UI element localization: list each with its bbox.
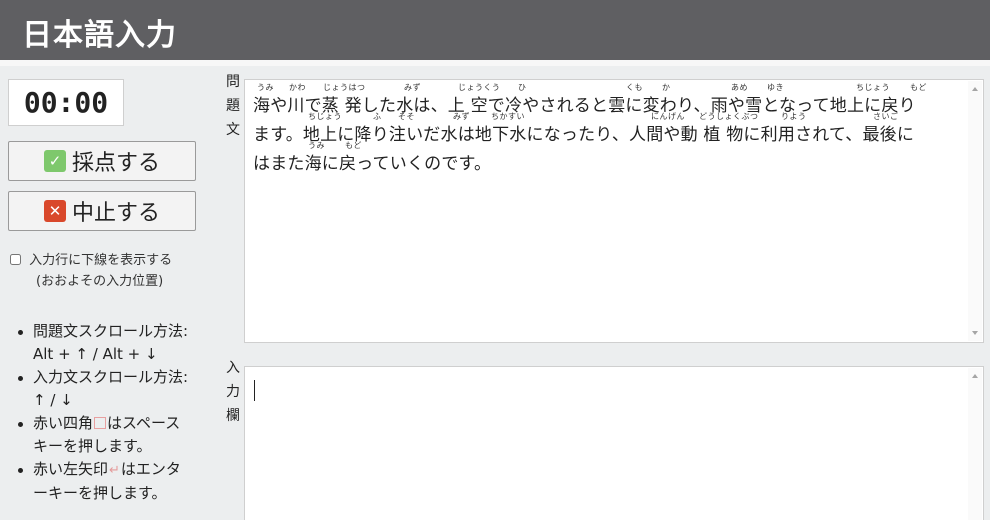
- input-label: 入 力 欄: [226, 360, 240, 424]
- question-text-panel[interactable]: うみ かわ じょうはつ みず じょうくう ひ くも か あめ ゆき ちじょう も…: [244, 79, 984, 343]
- score-button[interactable]: ✓ 採点する: [8, 141, 196, 181]
- underline-label: 入力行に下線を表示する: [29, 253, 173, 268]
- help-list: 問題文スクロール方法: Alt + ↑ / Alt + ↓ 入力文スクロール方法…: [14, 320, 214, 505]
- space-key-icon: [94, 417, 107, 429]
- scroll-down-icon[interactable]: [972, 331, 978, 335]
- question-line: うみ かわ じょうはつ みず じょうくう ひ くも か あめ ゆき ちじょう も…: [253, 82, 958, 116]
- score-button-label: 採点する: [71, 151, 160, 176]
- input-scrollbar[interactable]: [968, 368, 982, 520]
- scroll-up-icon[interactable]: [972, 374, 978, 378]
- question-line: うみ もど はまた海に戻っていくのです。: [253, 140, 958, 174]
- timer-display: 00:00: [8, 79, 124, 126]
- underline-option: 入力行に下線を表示する (おおよその入力位置): [10, 250, 210, 292]
- question-text: うみ かわ じょうはつ みず じょうくう ひ くも か あめ ゆき ちじょう も…: [253, 82, 958, 174]
- close-icon: ✕: [43, 200, 66, 222]
- help-item: 問題文スクロール方法: Alt + ↑ / Alt + ↓: [14, 320, 214, 366]
- check-icon: ✓: [43, 150, 66, 172]
- question-scrollbar[interactable]: [968, 81, 982, 341]
- question-label: 問 題 文: [226, 74, 240, 138]
- app-header: 日本語入力: [0, 0, 990, 60]
- help-item: 赤い左矢印↵はエンタ ーキーを押します。: [14, 458, 214, 505]
- stop-button-label: 中止する: [71, 201, 160, 226]
- scroll-up-icon[interactable]: [972, 87, 978, 91]
- help-item: 赤い四角 はスペース キーを押します。: [14, 412, 214, 458]
- text-caret: [254, 380, 255, 401]
- help-item: 入力文スクロール方法: ↑ / ↓: [14, 366, 214, 412]
- underline-sublabel: (おおよその入力位置): [36, 274, 164, 289]
- app-title: 日本語入力: [22, 18, 177, 53]
- input-textarea[interactable]: [244, 366, 984, 520]
- stop-button[interactable]: ✕ 中止する: [8, 191, 196, 231]
- underline-checkbox[interactable]: [10, 254, 21, 265]
- question-line: ちじょう ふ そそ みず ちかすい にんげん どうしょくぶつ りよう さいご ま…: [253, 111, 958, 145]
- header-divider: [0, 60, 990, 66]
- enter-key-icon: ↵: [109, 463, 120, 478]
